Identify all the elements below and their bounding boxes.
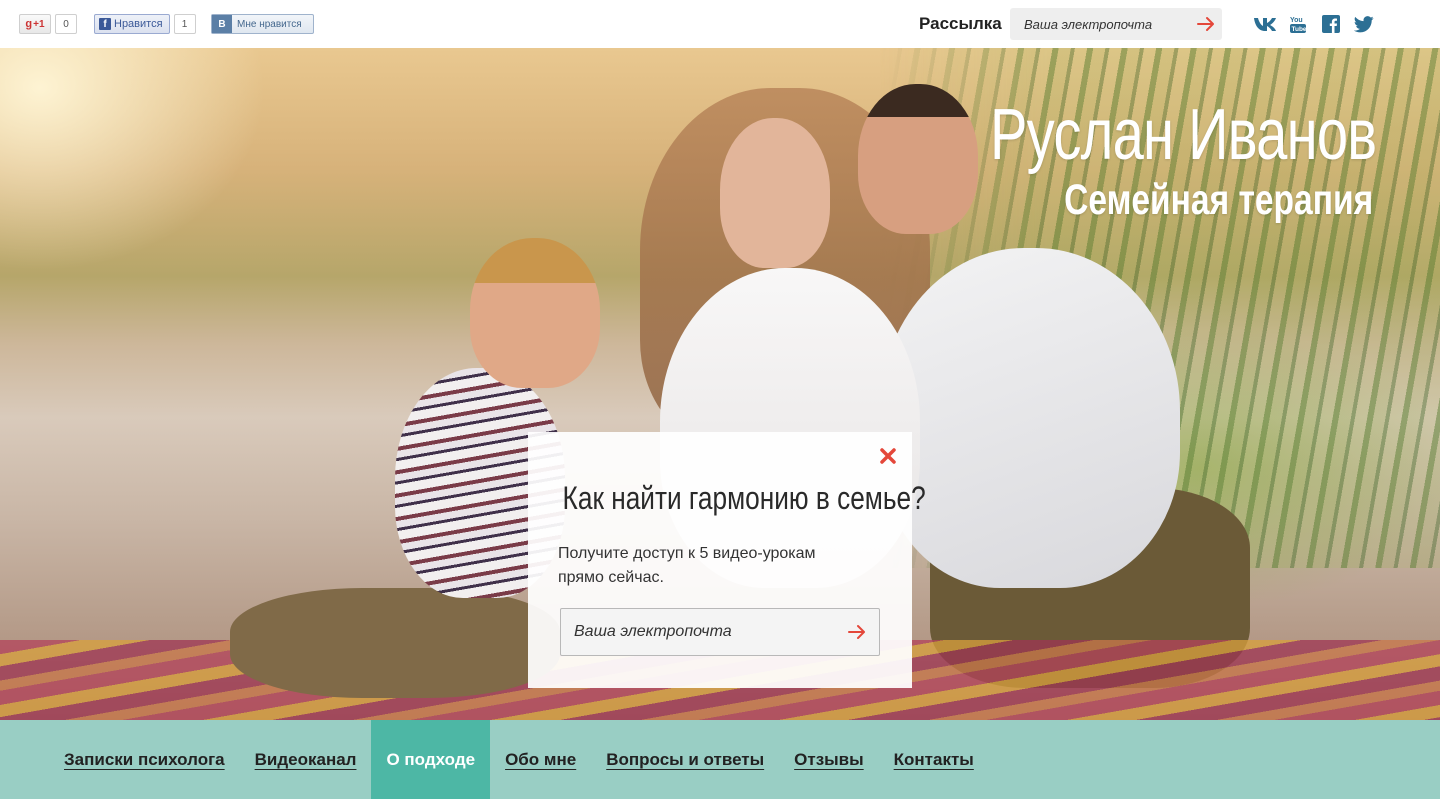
popup-title: Как найти гармонию в семье? <box>562 480 926 516</box>
popup-description: Получите доступ к 5 видео-урокам прямо с… <box>558 545 816 586</box>
facebook-like-count: 1 <box>173 14 196 34</box>
vk-like[interactable]: В Мне нравится <box>211 14 314 34</box>
vk-badge-icon: В <box>212 15 232 33</box>
nav-item-reviews[interactable]: Отзывы <box>779 720 879 799</box>
nav-item-about-me[interactable]: Обо мне <box>490 720 591 799</box>
popup-email-input[interactable] <box>561 609 831 655</box>
vk-like-button[interactable]: В Мне нравится <box>211 14 314 34</box>
hero-photo-boy-head <box>470 238 600 388</box>
nav-item-faq[interactable]: Вопросы и ответы <box>591 720 779 799</box>
arrow-right-icon[interactable] <box>847 622 867 642</box>
newsletter-label: Рассылка <box>919 14 1002 33</box>
gplus-count: 0 <box>55 14 77 34</box>
hero-subtitle: Семейная терапия <box>1064 176 1373 224</box>
gplus-share[interactable]: g +1 0 <box>19 14 77 34</box>
facebook-icon[interactable] <box>1319 14 1343 34</box>
hero-photo-man-head <box>858 84 978 234</box>
vk-icon[interactable] <box>1253 14 1277 34</box>
facebook-like-button[interactable]: f Нравится <box>94 14 170 34</box>
popup-email-form <box>560 608 880 656</box>
newsletter-form <box>1010 8 1222 40</box>
vk-like-label: Мне нравится <box>237 18 302 30</box>
newsletter-email-input[interactable] <box>1010 8 1190 40</box>
gplus-label: +1 <box>33 18 45 30</box>
twitter-icon[interactable] <box>1352 14 1376 34</box>
hero-photo-man <box>880 248 1180 588</box>
nav-item-contacts[interactable]: Контакты <box>879 720 989 799</box>
hero-photo-woman-face <box>720 118 830 268</box>
hero-title: Руслан Иванов <box>989 95 1377 175</box>
gplus-button[interactable]: g +1 <box>19 14 51 34</box>
facebook-like[interactable]: f Нравится 1 <box>94 14 196 34</box>
newsletter-submit-arrow-icon[interactable] <box>1196 14 1216 34</box>
nav-item-approach[interactable]: О подходе <box>371 720 491 799</box>
hero-photo-boy-legs <box>230 588 560 698</box>
main-nav-list: Записки психолога Видеоканал О подходе О… <box>49 720 989 799</box>
facebook-icon: f <box>99 18 111 30</box>
svg-text:You: You <box>1290 17 1303 24</box>
subscribe-popup: Как найти гармонию в семье? Получите дос… <box>528 432 926 688</box>
facebook-like-label: Нравится <box>114 18 163 30</box>
gplus-icon: g <box>25 18 33 30</box>
youtube-icon[interactable]: You Tube <box>1286 14 1310 34</box>
top-bar: g +1 0 f Нравится 1 В Мне нравится Рассы… <box>0 0 1440 48</box>
close-icon[interactable] <box>878 446 898 466</box>
main-nav: Записки психолога Видеоканал О подходе О… <box>0 720 1440 799</box>
svg-text:Tube: Tube <box>1292 26 1307 33</box>
nav-item-psychologist-notes[interactable]: Записки психолога <box>49 720 240 799</box>
nav-item-video-channel[interactable]: Видеоканал <box>240 720 372 799</box>
social-links: You Tube <box>1253 14 1385 34</box>
